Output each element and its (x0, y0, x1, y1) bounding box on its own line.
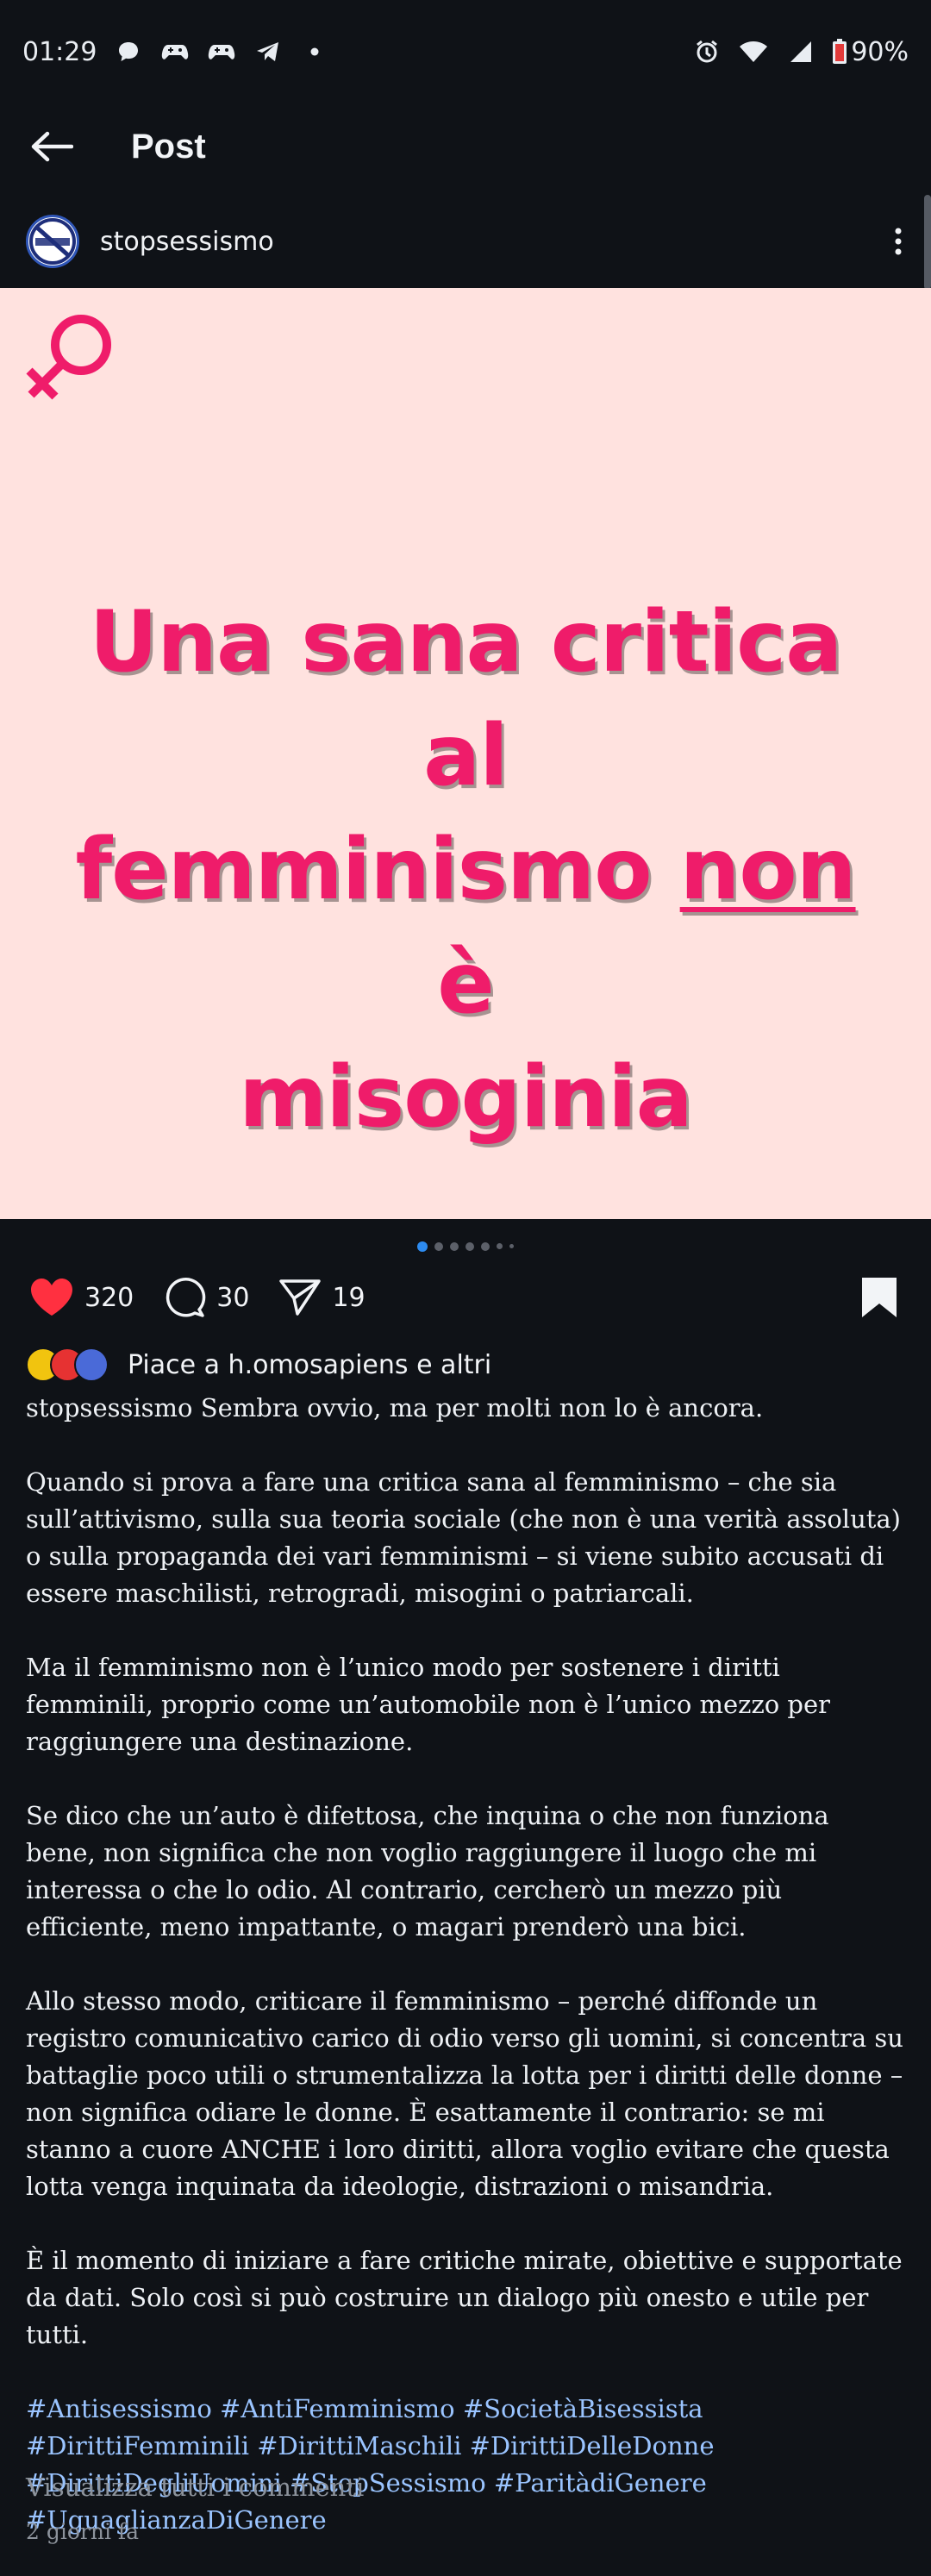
avatar (74, 1347, 109, 1382)
more-options-icon[interactable] (890, 224, 907, 259)
arrow-left-icon (31, 131, 73, 162)
clock: 01:29 (22, 36, 97, 67)
status-bar: 01:29 90% (0, 0, 931, 103)
battery-icon: 90% (832, 36, 909, 67)
post-header: stopsessismo (0, 207, 931, 276)
share-button[interactable]: 19 (278, 1278, 366, 1317)
comment-icon (166, 1278, 206, 1317)
carousel-indicator (0, 1241, 931, 1252)
like-button[interactable]: 320 (29, 1278, 134, 1317)
send-icon (279, 1279, 322, 1316)
game-controller-icon (160, 37, 190, 66)
carousel-dot (434, 1242, 443, 1251)
app-bar: Post (0, 103, 931, 190)
alarm-icon (692, 37, 722, 66)
post-caption: stopsessismo Sembra ovvio, ma per molti … (26, 1390, 905, 2576)
carousel-dot (497, 1243, 503, 1249)
comment-count: 30 (216, 1282, 250, 1313)
comment-button[interactable]: 30 (163, 1277, 249, 1318)
chat-bubble-icon (114, 37, 143, 66)
carousel-dot (481, 1242, 490, 1251)
heart-icon (31, 1279, 72, 1316)
liked-by-text: Piace a h.omosapiens e altri (128, 1349, 492, 1380)
post-actions: 320 30 19 (0, 1267, 931, 1328)
share-count: 19 (332, 1282, 366, 1313)
caption-paragraph: È il momento di iniziare a fare critiche… (26, 2246, 903, 2349)
post-timestamp: 2 giorni fa (26, 2519, 140, 2544)
battery-level: 90% (851, 36, 909, 67)
view-all-comments-link[interactable]: Visualizza tutti i commenti (26, 2473, 364, 2502)
wifi-icon (739, 37, 768, 66)
liked-by-avatars (26, 1347, 109, 1382)
dot-icon (300, 37, 329, 66)
carousel-dot (509, 1244, 514, 1248)
caption-paragraph: Sembra ovvio, ma per molti non lo è anco… (200, 1393, 764, 1422)
telegram-icon (253, 37, 283, 66)
avatar[interactable] (26, 215, 79, 268)
liked-by[interactable]: Piace a h.omosapiens e altri (26, 1343, 491, 1386)
like-count[interactable]: 320 (84, 1283, 134, 1313)
page-title: Post (131, 127, 206, 166)
hashtags[interactable]: #Antisessismo #AntiFemminismo #SocietàBi… (26, 2391, 905, 2539)
post-headline: Una sana critica al femminismo non è mis… (75, 593, 857, 1147)
caption-paragraph: Se dico che un’auto è difettosa, che inq… (26, 1801, 829, 1941)
carousel-dot (417, 1241, 428, 1252)
underlined-word: non (679, 821, 857, 919)
caption-paragraph: Quando si prova a fare una critica sana … (26, 1467, 901, 1608)
caption-paragraph: Allo stesso modo, criticare il femminism… (26, 1986, 903, 2201)
back-button[interactable] (26, 121, 78, 172)
username[interactable]: stopsessismo (100, 227, 274, 257)
bookmark-icon[interactable] (860, 1276, 898, 1319)
game-controller-icon (207, 37, 236, 66)
signal-icon (785, 37, 815, 66)
carousel-dot (466, 1242, 474, 1251)
post-image[interactable]: Una sana critica al femminismo non è mis… (0, 288, 931, 1219)
venus-symbol-icon (26, 315, 111, 400)
caption-paragraph: Ma il femminismo non è l’unico modo per … (26, 1653, 830, 1756)
caption-username[interactable]: stopsessismo (26, 1393, 192, 1422)
carousel-dot (450, 1242, 459, 1251)
